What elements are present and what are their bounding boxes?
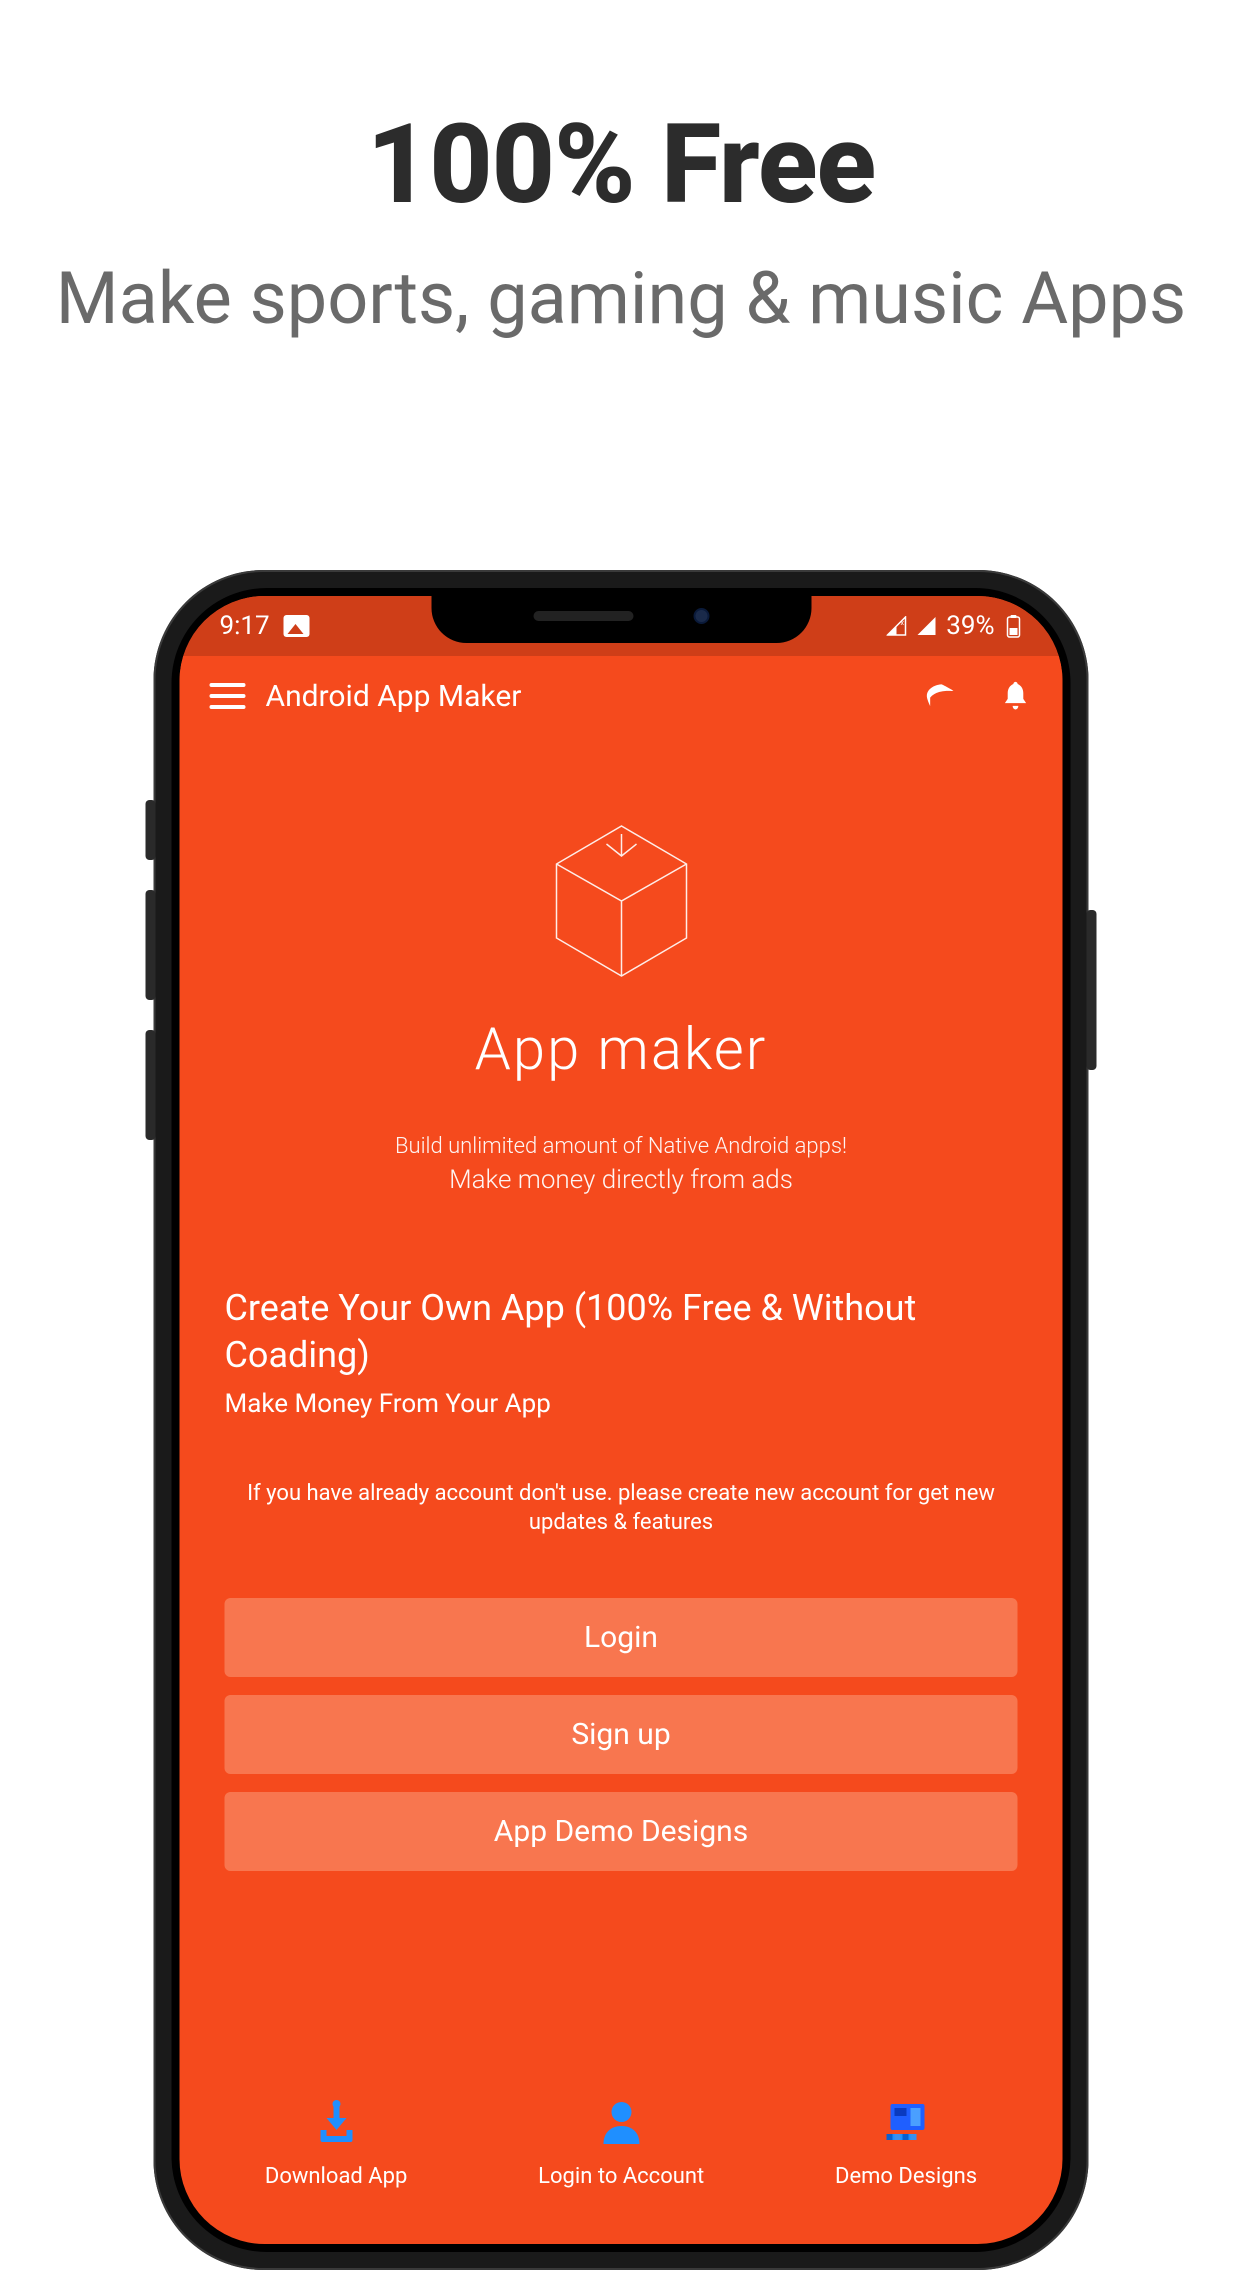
hero-title: App maker [210,1016,1033,1084]
login-button[interactable]: Login [225,1598,1018,1677]
button-group: Login Sign up App Demo Designs [180,1558,1063,1891]
phone-volume-up [146,890,156,1000]
designs-icon [880,2096,932,2148]
phone-inner: 9:17 x 39% Android App Maker [172,588,1071,2252]
phone-notch [431,588,811,643]
svg-text:x: x [900,619,904,627]
nav-login-account[interactable]: Login to Account [538,2096,704,2189]
marketing-title: 100% Free [0,100,1242,229]
signal-icon: x [886,616,906,636]
picture-icon [284,615,310,637]
nav-demo-designs[interactable]: Demo Designs [835,2096,977,2189]
bottom-nav: Download App Login to Account Demo Desig… [180,2066,1063,2244]
hero-section: App maker Build unlimited amount of Nati… [180,736,1063,1225]
header-actions [919,676,1033,716]
content-sub: Make Money From Your App [225,1389,1018,1419]
status-left: 9:17 [220,611,310,641]
download-icon [310,2096,362,2148]
menu-icon[interactable] [210,683,246,709]
marketing-subtitle: Make sports, gaming & music Apps [0,259,1242,338]
hero-tagline-1: Build unlimited amount of Native Android… [210,1134,1033,1159]
signal-icon-2 [916,616,936,636]
account-hint: If you have already account don't use. p… [225,1479,1018,1538]
battery-icon [1005,614,1023,638]
nav-download-app[interactable]: Download App [265,2096,407,2189]
app-header: Android App Maker [180,656,1063,736]
nav-label: Demo Designs [835,2164,977,2189]
phone-frame: 9:17 x 39% Android App Maker [154,570,1089,2270]
phone-power-button [1087,910,1097,1070]
status-time: 9:17 [220,611,270,641]
content-headline: Create Your Own App (100% Free & Without… [225,1285,1018,1379]
phone-volume-down [146,1030,156,1140]
nav-label: Download App [265,2164,407,2189]
app-screen: 9:17 x 39% Android App Maker [180,596,1063,2244]
signup-button[interactable]: Sign up [225,1695,1018,1774]
status-right: x 39% [886,611,1022,641]
demo-designs-button[interactable]: App Demo Designs [225,1792,1018,1871]
person-icon [595,2096,647,2148]
marketing-banner: 100% Free Make sports, gaming & music Ap… [0,0,1242,338]
nav-label: Login to Account [538,2164,704,2189]
bell-icon[interactable] [999,679,1033,713]
phone-speaker [533,611,633,621]
battery-percent: 39% [946,611,994,641]
app-title: Android App Maker [266,679,919,714]
phone-mute-switch [146,800,156,860]
phone-camera [693,608,709,624]
share-icon[interactable] [919,676,959,716]
cube-logo [210,806,1033,996]
content-section: Create Your Own App (100% Free & Without… [180,1225,1063,1558]
hero-tagline-2: Make money directly from ads [210,1165,1033,1195]
